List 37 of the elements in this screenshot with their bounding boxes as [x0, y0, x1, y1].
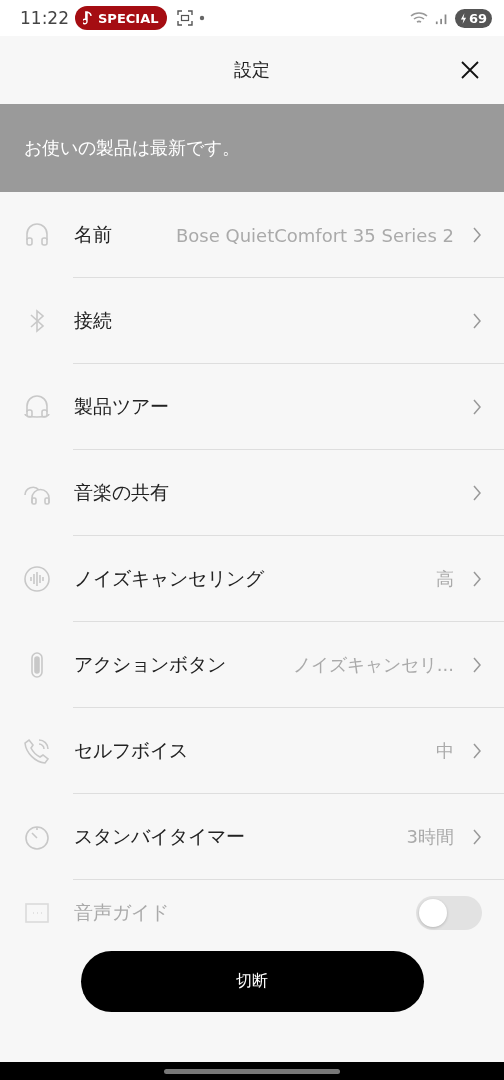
setting-label: セルフボイス: [74, 738, 188, 763]
chevron-icon[interactable]: [472, 484, 482, 502]
setting-value: 3時間: [406, 825, 454, 849]
phone-icon: [22, 736, 52, 766]
disconnect-button[interactable]: 切断: [80, 951, 424, 1012]
banner-text: お使いの製品は最新です。: [24, 136, 240, 160]
setting-label: 音声ガイド: [74, 900, 169, 925]
screen-title: 設定: [234, 58, 270, 82]
chevron-icon[interactable]: [472, 226, 482, 244]
charging-icon: [459, 12, 467, 24]
chevron-icon[interactable]: [472, 312, 482, 330]
media-chip: SPECIAL: [75, 6, 167, 30]
notification-dot-icon: [198, 15, 205, 21]
waveform-icon: [22, 564, 52, 594]
setting-label: 名前: [74, 222, 112, 247]
status-time: 11:22: [20, 8, 69, 28]
setting-label: 製品ツアー: [74, 394, 169, 419]
screenshot-icon: [176, 10, 193, 26]
chevron-icon[interactable]: [472, 828, 482, 846]
chevron-icon[interactable]: [472, 570, 482, 588]
wifi-icon: [408, 10, 429, 26]
home-indicator[interactable]: [164, 1068, 340, 1074]
setting-label: 接続: [74, 308, 112, 333]
setting-label: 音楽の共有: [74, 480, 169, 505]
battery-indicator: 69: [454, 8, 492, 28]
setting-value: 高: [436, 567, 454, 591]
setting-label: ノイズキャンセリング: [74, 566, 264, 591]
music-note-icon: [83, 11, 93, 25]
setting-value: ノイズキャンセリ...: [292, 653, 454, 677]
chevron-icon[interactable]: [472, 398, 482, 416]
close-icon[interactable]: [460, 60, 480, 80]
setting-value: 中: [436, 739, 454, 763]
setting-label: アクションボタン: [74, 652, 226, 677]
chevron-icon[interactable]: [472, 742, 482, 760]
setting-value: Bose QuietComfort 35 Series 2: [175, 224, 454, 246]
setting-label: スタンバイタイマー: [74, 824, 245, 849]
chevron-icon[interactable]: [472, 656, 482, 674]
